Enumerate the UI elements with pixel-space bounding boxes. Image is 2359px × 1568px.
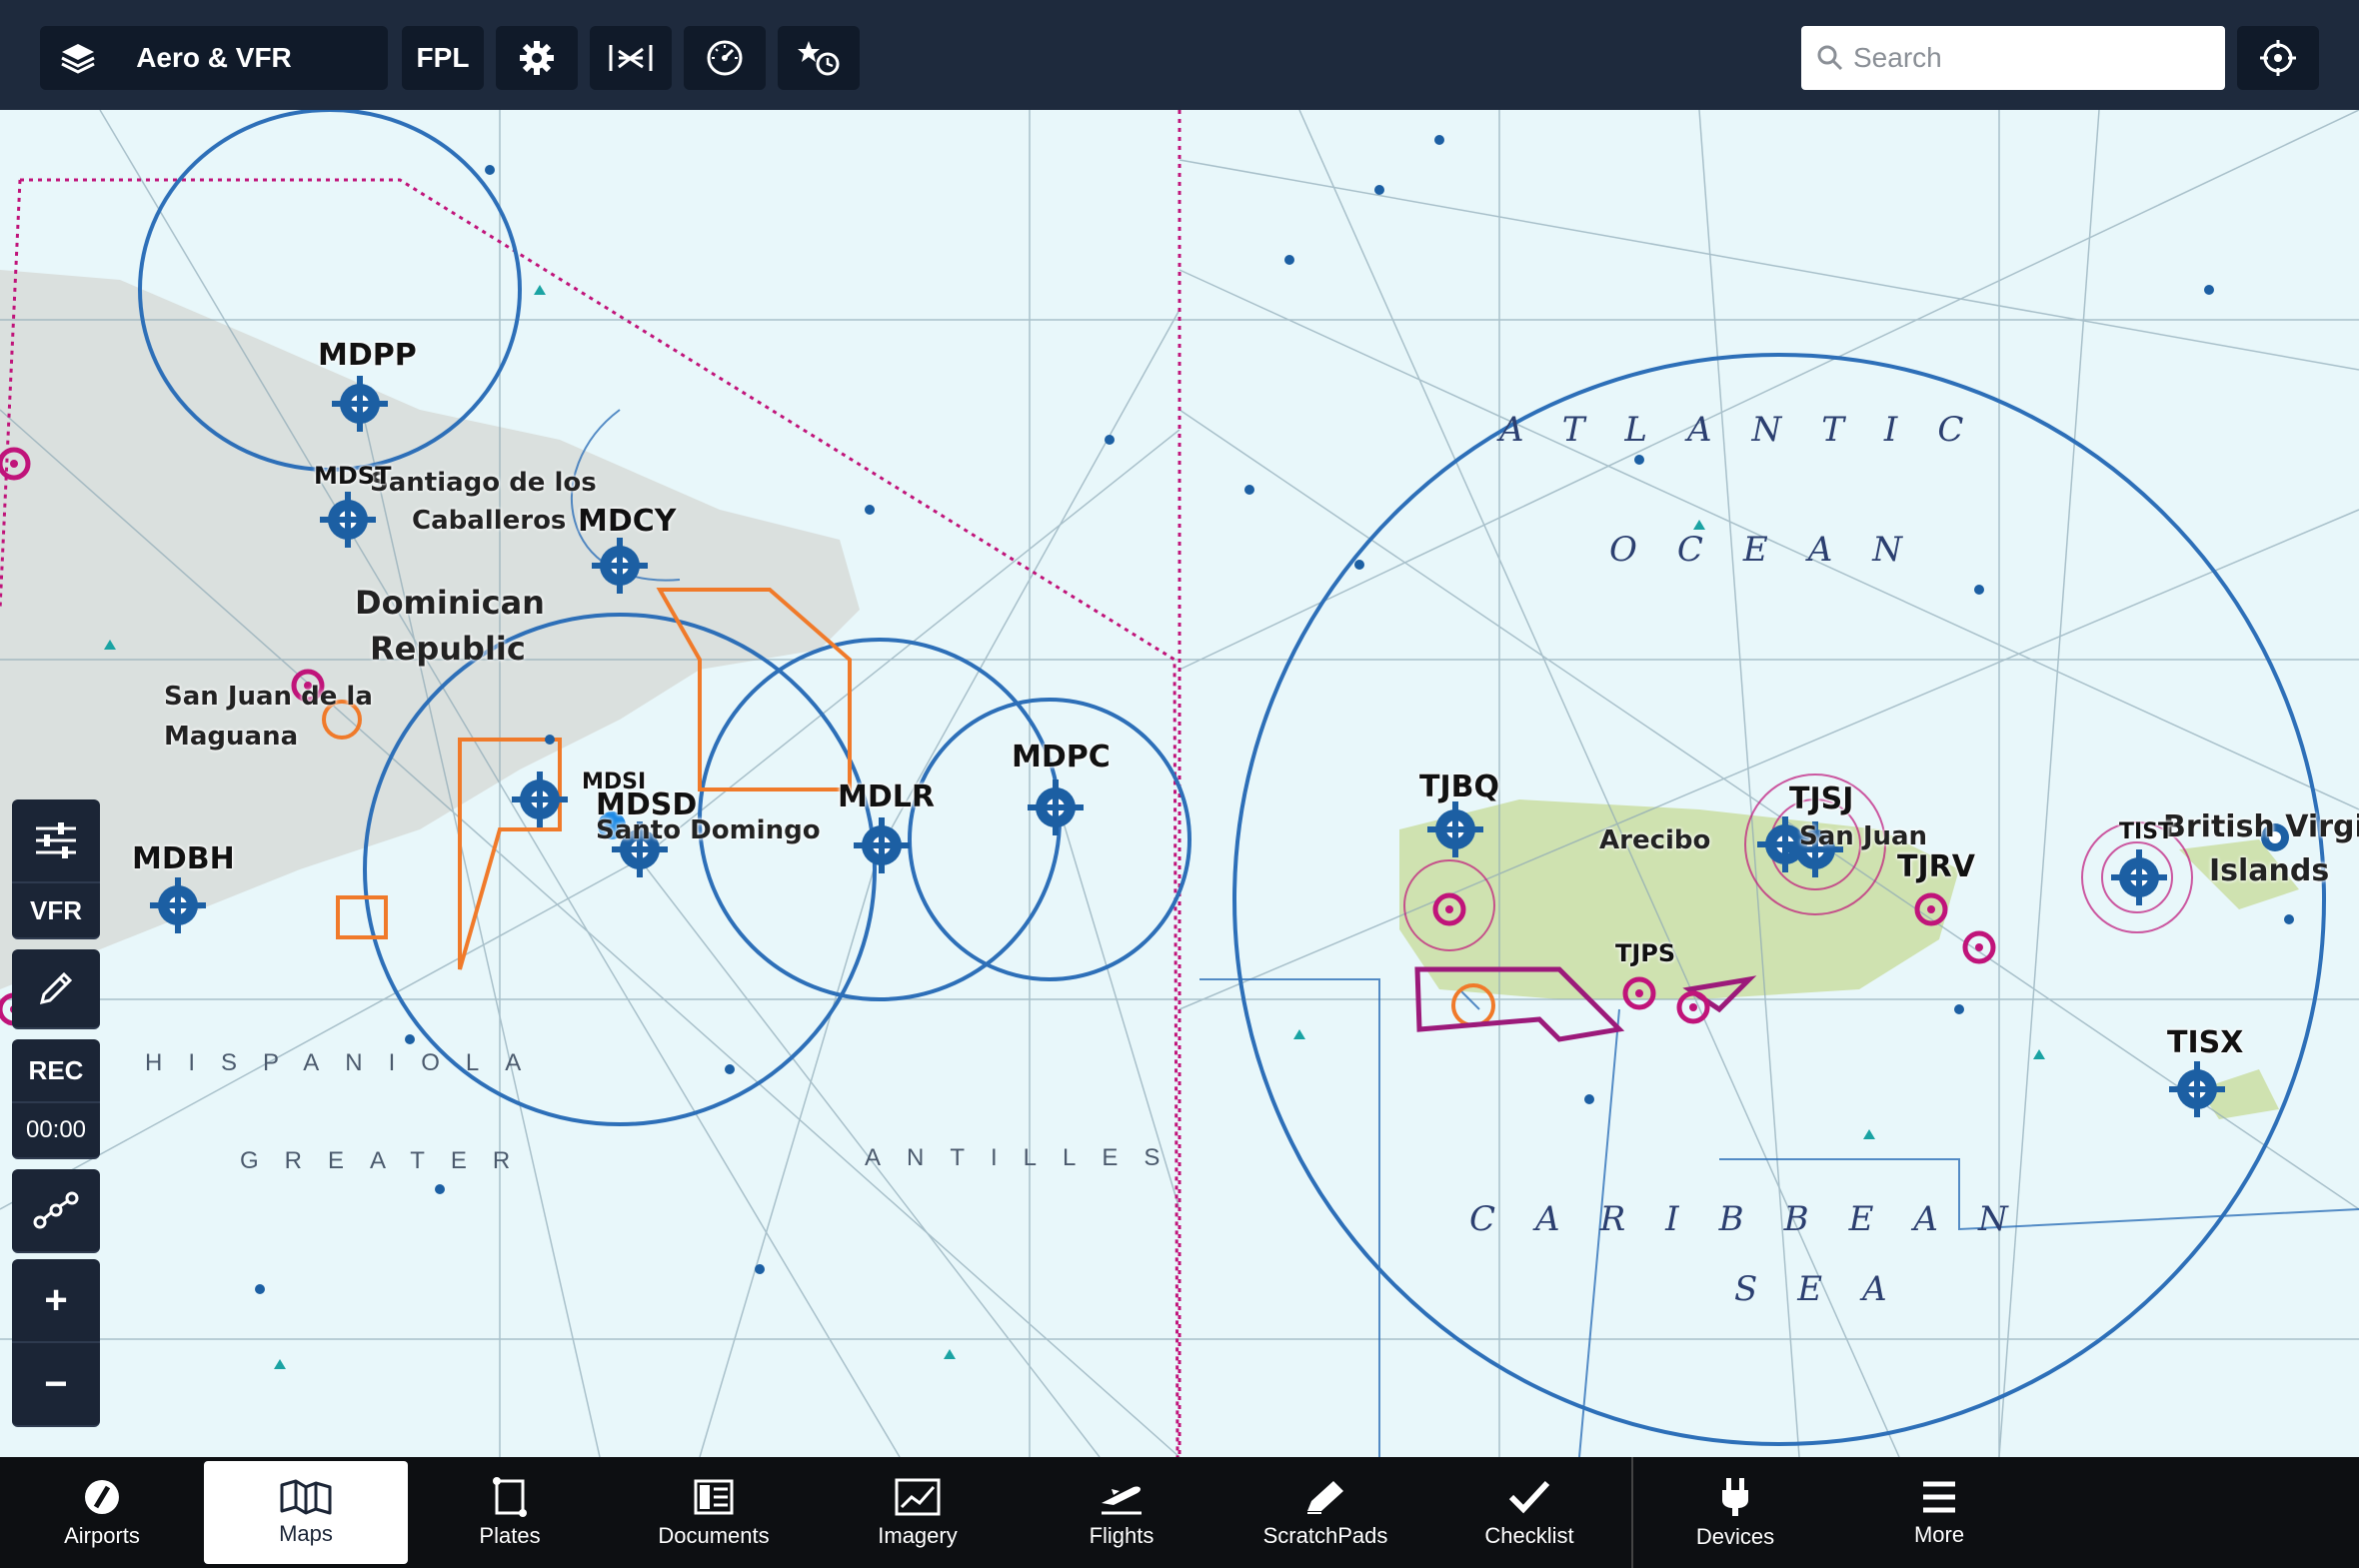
sea-label: SEA — [1734, 1269, 1927, 1309]
tab-imagery[interactable]: Imagery — [816, 1457, 1020, 1568]
tab-label: More — [1913, 1521, 1965, 1547]
settings-button[interactable] — [496, 26, 578, 90]
tab-label: ScratchPads — [1262, 1522, 1388, 1548]
route-button[interactable] — [12, 1169, 100, 1253]
pencil-icon — [1307, 1480, 1343, 1514]
tab-label: Imagery — [878, 1522, 958, 1548]
atlantic-label: ATLANTIC — [1499, 410, 2004, 450]
rec-label: REC — [28, 1054, 84, 1085]
crosshair-icon — [2260, 40, 2296, 76]
search-box[interactable] — [1801, 26, 2225, 90]
airport-label[interactable]: TIST — [2119, 819, 2173, 844]
caribbean-label: CARIBBEAN — [1469, 1199, 2048, 1239]
gauge-icon — [707, 40, 743, 76]
vfr-button[interactable]: VFR — [12, 883, 100, 939]
tab-label: Documents — [658, 1522, 770, 1548]
fpl-button[interactable]: FPL — [402, 26, 484, 90]
draw-button[interactable] — [12, 949, 100, 1029]
bvi-label-1: British Virgin — [2163, 809, 2359, 844]
search-input[interactable] — [1851, 41, 2215, 75]
santiago-label-1: Santiago de los — [370, 468, 597, 498]
airport-label[interactable]: MDLR — [838, 780, 935, 814]
tab-more[interactable]: More — [1837, 1457, 2041, 1568]
vfr-label: VFR — [30, 894, 82, 925]
record-button[interactable]: REC — [12, 1039, 100, 1103]
bottom-tab-bar: Airports Maps Plates Documents Imagery F… — [0, 1457, 2359, 1568]
checkmark-icon — [1508, 1480, 1550, 1513]
bvi-label-2: Islands — [2209, 853, 2330, 888]
ruler-icon — [609, 45, 653, 71]
tab-label: Plates — [479, 1522, 541, 1548]
plug-icon — [1722, 1477, 1748, 1516]
airport-label[interactable]: TJSJ — [1789, 782, 1853, 816]
dominican-republic-label-1: Dominican — [355, 584, 545, 622]
airport-label[interactable]: TISX — [2167, 1025, 2243, 1060]
map-tool-strip: VFR REC 00:00 + − — [12, 799, 100, 1427]
tab-label: Airports — [64, 1522, 140, 1548]
zoom-in-button[interactable]: + — [12, 1259, 100, 1343]
map-settings-button[interactable] — [12, 799, 100, 883]
tab-flights[interactable]: Flights — [1020, 1457, 1223, 1568]
ocean-label: OCEAN — [1609, 530, 1943, 570]
airport-label[interactable]: MDBH — [132, 841, 235, 876]
layers-icon — [61, 44, 95, 74]
airport-label[interactable]: MDSI — [582, 770, 646, 794]
route-icon — [33, 1191, 79, 1229]
documents-icon — [694, 1479, 734, 1514]
antilles-label: ANTILLES — [865, 1144, 1186, 1171]
locate-button[interactable] — [2237, 26, 2319, 90]
tab-label: Devices — [1695, 1523, 1775, 1549]
sliders-icon — [36, 822, 76, 858]
airport-label[interactable]: MDST — [314, 462, 391, 490]
airport-label[interactable]: TJPS — [1615, 939, 1675, 967]
chart-map[interactable]: ATLANTIC OCEAN CARIBBEAN SEA HISPANIOLA … — [0, 110, 2359, 1457]
zoom-in-label: + — [44, 1277, 68, 1322]
tab-scratchpads[interactable]: ScratchPads — [1223, 1457, 1427, 1568]
imagery-icon — [895, 1478, 941, 1515]
plate-icon — [493, 1476, 527, 1517]
arecibo-label: Arecibo — [1599, 825, 1711, 855]
gear-icon — [520, 41, 554, 75]
layers-button[interactable]: Aero & VFR — [40, 26, 388, 90]
dominican-republic-label-2: Republic — [370, 630, 526, 668]
tab-checklist[interactable]: Checklist — [1427, 1457, 1633, 1568]
chart-graphics — [0, 110, 2359, 1457]
layers-label: Aero & VFR — [136, 42, 292, 73]
greater-label: GREATER — [240, 1147, 537, 1174]
compass-icon — [85, 1479, 119, 1514]
zoom-out-button[interactable]: − — [12, 1343, 100, 1427]
search-icon — [1817, 45, 1843, 71]
airport-label[interactable]: MDCY — [578, 504, 677, 539]
hispaniola-label: HISPANIOLA — [145, 1049, 548, 1076]
airport-label[interactable]: MDPP — [318, 338, 417, 373]
tab-label: Flights — [1089, 1522, 1155, 1548]
menu-icon — [1923, 1481, 1955, 1512]
tab-maps[interactable]: Maps — [204, 1461, 408, 1564]
plane-icon — [1102, 1485, 1142, 1514]
san-juan-maguana-label-2: Maguana — [164, 722, 299, 752]
record-timer: 00:00 — [12, 1103, 100, 1159]
tab-label: Maps — [279, 1520, 333, 1546]
san-juan-maguana-label-1: San Juan de la — [164, 682, 373, 712]
airport-label[interactable]: TJBQ — [1419, 770, 1499, 804]
pencil-icon — [39, 971, 73, 1005]
san-juan-label: San Juan — [1799, 821, 1928, 851]
instruments-button[interactable] — [684, 26, 766, 90]
tab-plates[interactable]: Plates — [408, 1457, 612, 1568]
airport-label[interactable]: TJRV — [1897, 849, 1975, 884]
tab-label: Checklist — [1484, 1522, 1574, 1548]
measure-button[interactable] — [590, 26, 672, 90]
tab-documents[interactable]: Documents — [612, 1457, 816, 1568]
tab-airports[interactable]: Airports — [0, 1457, 204, 1568]
top-toolbar: Aero & VFR FPL — [0, 0, 2359, 110]
timer-label: 00:00 — [25, 1116, 87, 1143]
fpl-label: FPL — [416, 42, 470, 73]
map-icon — [280, 1479, 332, 1514]
zoom-out-label: − — [44, 1361, 68, 1406]
tab-devices[interactable]: Devices — [1633, 1457, 1837, 1568]
airport-label[interactable]: MDPC — [1012, 740, 1111, 775]
recent-favorites-button[interactable] — [778, 26, 860, 90]
santiago-label-2: Caballeros — [412, 506, 567, 536]
star-clock-icon — [798, 41, 840, 76]
